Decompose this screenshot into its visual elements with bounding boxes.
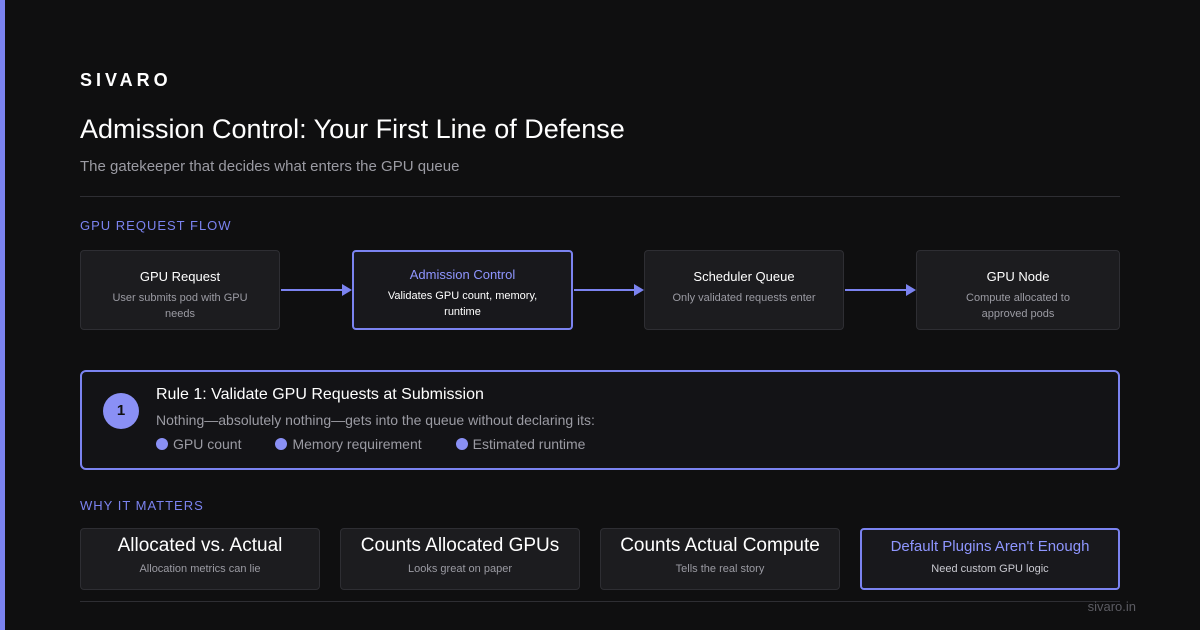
rule-item-runtime: Estimated runtime	[455, 436, 586, 452]
matter-card-default-plugins: Default Plugins Aren't Enough Need custo…	[860, 528, 1120, 590]
matter-card-title: Counts Actual Compute	[620, 535, 820, 556]
flow-step-title: GPU Node	[986, 269, 1050, 284]
flow-step-scheduler-queue: Scheduler Queue Only validated requests …	[644, 250, 844, 330]
rule-items: GPU count Memory requirement Estimated r…	[156, 436, 585, 452]
matter-card-title: Allocated vs. Actual	[117, 535, 283, 556]
matter-card-desc: Allocation metrics can lie	[139, 563, 261, 575]
rule-number-badge: 1	[103, 393, 139, 429]
flow-step-desc: Compute allocated to approved pods	[966, 292, 1070, 320]
page-subtitle: The gatekeeper that decides what enters …	[80, 158, 460, 175]
matter-card-allocated-gpus: Counts Allocated GPUs Looks great on pap…	[340, 528, 580, 590]
flow-step-title: GPU Request	[139, 269, 221, 284]
bullet-dot-icon	[455, 438, 468, 450]
header-divider	[80, 196, 1120, 197]
matter-card-desc: Looks great on paper	[408, 563, 512, 575]
flow-step-desc: Only validated requests enter	[672, 292, 816, 304]
matter-card-actual-compute: Counts Actual Compute Tells the real sto…	[600, 528, 840, 590]
flow-step-admission-control: Admission Control Validates GPU count, m…	[352, 250, 573, 330]
rule-item-label: GPU count	[173, 436, 242, 452]
bullet-dot-icon	[275, 438, 288, 450]
rule-item-gpu-count: GPU count	[156, 436, 241, 452]
rule-item-memory: Memory requirement	[275, 436, 422, 452]
flow-section-label: GPU REQUEST FLOW	[80, 218, 232, 233]
matter-card-title: Default Plugins Aren't Enough	[890, 538, 1090, 555]
flow-step-desc: User submits pod with GPU needs	[112, 292, 248, 320]
accent-bar	[0, 0, 5, 630]
bullet-dot-icon	[156, 438, 168, 450]
flow-arrow	[845, 284, 916, 296]
rule-item-label: Estimated runtime	[472, 436, 586, 452]
footer-divider	[80, 601, 1120, 602]
flow-arrow	[574, 284, 644, 296]
matters-section-label: WHY IT MATTERS	[80, 498, 204, 513]
flow-arrow	[281, 284, 352, 296]
footer-url: sivaro.in	[1087, 599, 1136, 614]
rule-title: Rule 1: Validate GPU Requests at Submiss…	[156, 386, 484, 403]
rule-card: 1 Rule 1: Validate GPU Requests at Submi…	[80, 370, 1120, 470]
matter-card-desc: Need custom GPU logic	[931, 563, 1049, 575]
brand-logo: SIVARO	[80, 70, 172, 90]
flow-step-title: Scheduler Queue	[693, 269, 795, 284]
matter-card-title: Counts Allocated GPUs	[360, 535, 560, 556]
matter-card-allocated-vs-actual: Allocated vs. Actual Allocation metrics …	[80, 528, 320, 590]
slide: SIVARO Admission Control: Your First Lin…	[0, 0, 1200, 630]
flow-step-desc: Validates GPU count, memory, runtime	[387, 290, 538, 318]
matter-card-desc: Tells the real story	[675, 563, 765, 575]
rule-item-label: Memory requirement	[292, 436, 422, 452]
rule-description: Nothing—absolutely nothing—gets into the…	[156, 412, 595, 428]
flow-step-gpu-node: GPU Node Compute allocated to approved p…	[916, 250, 1120, 330]
flow-step-gpu-request: GPU Request User submits pod with GPU ne…	[80, 250, 280, 330]
flow-step-title: Admission Control	[409, 267, 516, 282]
page-title: Admission Control: Your First Line of De…	[80, 114, 625, 144]
